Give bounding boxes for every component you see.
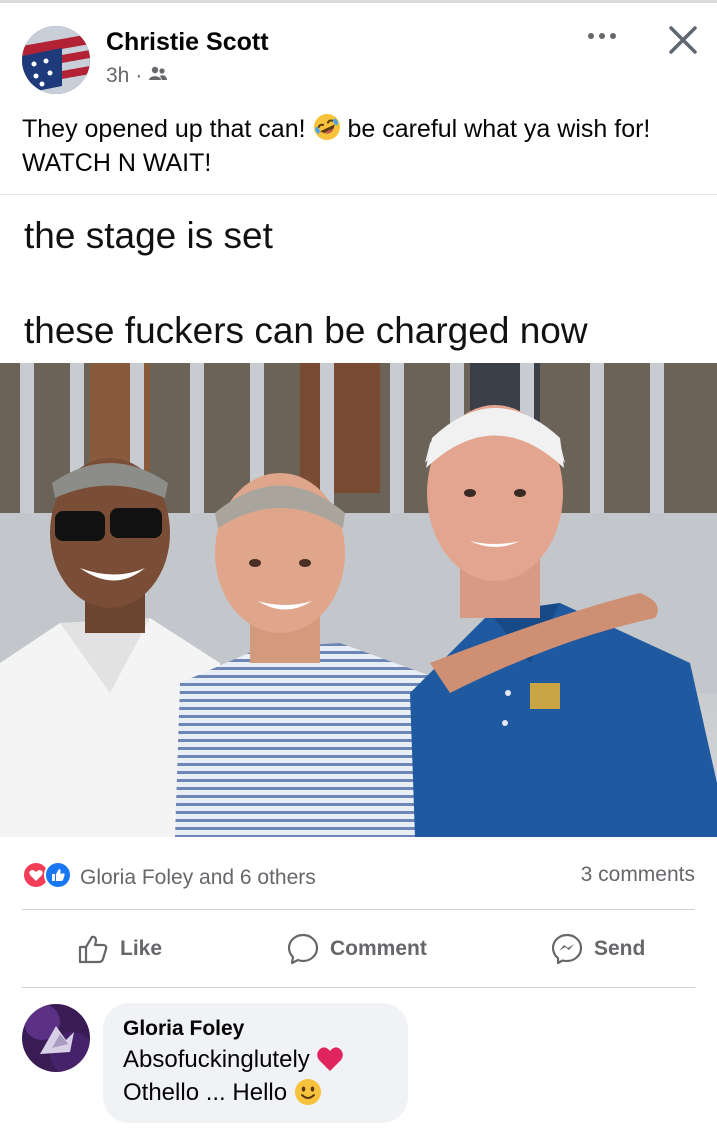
close-icon (669, 26, 697, 54)
author-name[interactable]: Christie Scott (106, 28, 269, 57)
top-divider (0, 0, 717, 3)
thumbs-up-icon (78, 935, 108, 964)
author-avatar[interactable] (22, 26, 90, 94)
meta-dot: · (135, 64, 143, 87)
messenger-icon (551, 933, 583, 965)
reactions-summary[interactable]: Gloria Foley and 6 others (22, 861, 316, 894)
send-button[interactable]: Send (550, 928, 645, 970)
like-reaction-icon (44, 861, 72, 894)
commenter-avatar[interactable] (22, 1004, 90, 1072)
more-options-button[interactable] (584, 24, 624, 54)
photo (0, 363, 717, 837)
meme-line-1: the stage is set (24, 215, 273, 256)
red-heart-emoji-icon (316, 1046, 344, 1072)
comment-line-1: Absofuckinglutely (123, 1046, 317, 1073)
post-meta: 3h · (106, 64, 168, 88)
rolling-on-floor-laughing-emoji-icon (313, 113, 341, 141)
meme-line-2: these fuckers can be charged now (24, 310, 588, 351)
actions-divider (22, 987, 695, 988)
commenter-name[interactable]: Gloria Foley (123, 1015, 388, 1043)
like-button[interactable]: Like (76, 928, 162, 970)
comment-button[interactable]: Comment (286, 928, 427, 970)
post-image[interactable]: the stage is set these fuckers can be ch… (0, 195, 717, 837)
caption-text-1: They opened up that can! (22, 115, 313, 143)
post-caption: They opened up that can! be careful what… (22, 112, 702, 180)
reactions-divider (22, 909, 695, 910)
friends-icon (148, 64, 168, 88)
smiling-face-emoji-icon (294, 1078, 322, 1106)
comment-icon (287, 933, 319, 965)
comment-label: Comment (330, 937, 427, 960)
like-label: Like (120, 937, 163, 960)
send-label: Send (594, 937, 646, 960)
comments-count[interactable]: 3 comments (581, 863, 695, 887)
close-button[interactable] (665, 22, 701, 58)
comment-bubble[interactable]: Gloria Foley Absofuckinglutely Othello .… (103, 1003, 408, 1123)
post-time[interactable]: 3h (106, 64, 129, 88)
reactions-text: Gloria Foley and 6 others (80, 865, 316, 889)
comment-text: Absofuckinglutely Othello ... Hello (123, 1043, 388, 1109)
more-icon (588, 33, 616, 39)
comment-line-2: Othello ... Hello (123, 1079, 294, 1106)
